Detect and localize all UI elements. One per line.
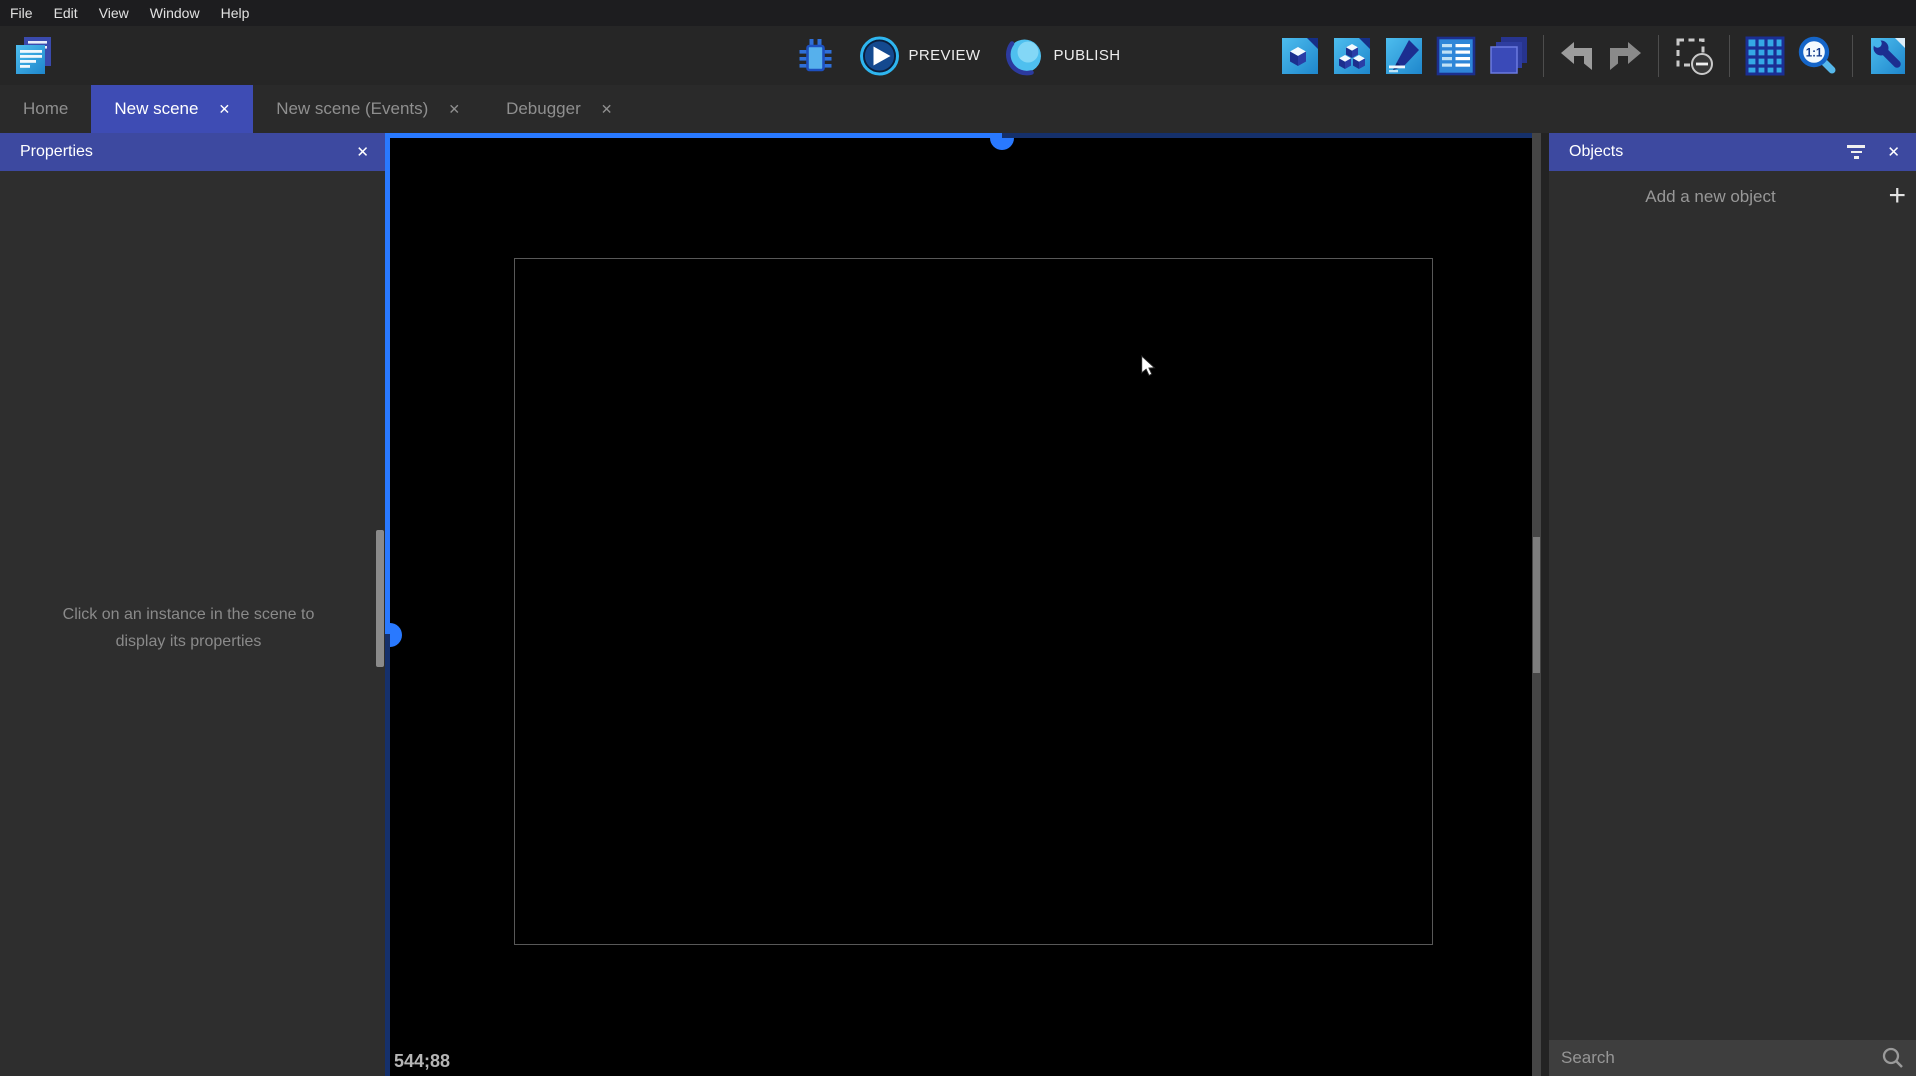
toolbar-divider: [1729, 35, 1730, 77]
filter-icon[interactable]: [1847, 145, 1865, 159]
publish-globe-icon: [1004, 36, 1044, 76]
menu-file[interactable]: File: [10, 5, 33, 21]
tab-new-scene-events[interactable]: New scene (Events) ✕: [253, 85, 483, 133]
canvas-vertical-scrollbar[interactable]: [1532, 133, 1541, 1076]
preview-label: PREVIEW: [909, 47, 981, 64]
tab-debugger[interactable]: Debugger ✕: [483, 85, 635, 133]
preview-button[interactable]: PREVIEW: [860, 36, 981, 76]
layers-button[interactable]: [1488, 36, 1528, 76]
object-icon: [1280, 36, 1320, 76]
game-window-bounds: [514, 258, 1433, 945]
toolbar-divider: [1852, 35, 1853, 77]
play-icon: [860, 36, 900, 76]
main-area: Properties ✕ Click on an instance in the…: [0, 133, 1916, 1076]
panel-title: Properties: [20, 143, 93, 161]
undo-arrow-icon: [1559, 39, 1595, 73]
tab-home[interactable]: Home: [0, 85, 91, 133]
left-panel-drag-handle[interactable]: [390, 623, 402, 647]
close-icon[interactable]: ✕: [218, 101, 230, 118]
properties-panel: Properties ✕ Click on an instance in the…: [0, 133, 385, 1076]
add-object-label: Add a new object: [1549, 187, 1872, 207]
toolbar-center-group: PREVIEW PUBLISH: [796, 26, 1121, 85]
close-icon[interactable]: ✕: [356, 143, 369, 161]
app-root: File Edit View Window Help: [0, 0, 1916, 1076]
menu-help[interactable]: Help: [221, 5, 250, 21]
bug-icon: [796, 36, 836, 76]
instances-list-button[interactable]: [1332, 36, 1372, 76]
project-manager-button[interactable]: [13, 34, 55, 76]
toolbar-right-group: 1:1: [1280, 26, 1908, 85]
project-manager-icon: [13, 34, 55, 76]
top-panel-drag-handle[interactable]: [990, 138, 1014, 150]
search-input[interactable]: [1561, 1048, 1882, 1068]
mouse-cursor-icon: [1137, 355, 1159, 377]
zoom-icon-label: 1:1: [1806, 47, 1823, 59]
add-object-toolbar-button[interactable]: [1280, 36, 1320, 76]
edit-scene-button[interactable]: [1384, 36, 1424, 76]
publish-label: PUBLISH: [1053, 47, 1120, 64]
tab-label: New scene (Events): [276, 99, 428, 119]
tab-label: Home: [23, 99, 68, 119]
undo-button[interactable]: [1559, 39, 1595, 73]
toggle-grid-button[interactable]: [1745, 36, 1785, 76]
properties-empty-message: Click on an instance in the scene to dis…: [0, 601, 377, 655]
scene-settings-button[interactable]: [1868, 36, 1908, 76]
menu-window[interactable]: Window: [150, 5, 200, 21]
list-icon: [1436, 36, 1476, 76]
search-icon: [1882, 1047, 1904, 1069]
menu-bar: File Edit View Window Help: [0, 0, 1916, 26]
menu-edit[interactable]: Edit: [54, 5, 78, 21]
panel-title: Objects: [1569, 143, 1623, 161]
publish-button[interactable]: PUBLISH: [1004, 36, 1120, 76]
main-toolbar: PREVIEW PUBLISH: [0, 26, 1916, 85]
selection-mask-icon: [1674, 36, 1714, 76]
zoom-one-to-one-icon: 1:1: [1797, 36, 1837, 76]
instances-icon: [1332, 36, 1372, 76]
scene-canvas[interactable]: 544;88: [385, 133, 1532, 1076]
objects-search-bar: [1549, 1040, 1916, 1076]
add-object-row[interactable]: Add a new object +: [1549, 171, 1916, 223]
wrench-icon: [1868, 36, 1908, 76]
objects-panel: Objects ✕ Add a new object +: [1549, 133, 1916, 1076]
pencil-icon: [1384, 36, 1424, 76]
tab-label: New scene: [114, 99, 198, 119]
properties-scrollbar[interactable]: [376, 530, 384, 667]
toolbar-divider: [1658, 35, 1659, 77]
close-icon[interactable]: ✕: [1887, 143, 1900, 161]
properties-panel-header: Properties ✕: [0, 133, 385, 171]
editor-tabbar: Home New scene ✕ New scene (Events) ✕ De…: [0, 85, 1916, 133]
scrollbar-thumb[interactable]: [1533, 537, 1540, 673]
canvas-left-border: [385, 133, 390, 1076]
tab-label: Debugger: [506, 99, 581, 119]
cursor-coordinates: 544;88: [394, 1051, 450, 1072]
debugger-button[interactable]: [796, 36, 836, 76]
zoom-reset-button[interactable]: 1:1: [1797, 36, 1837, 76]
tab-new-scene[interactable]: New scene ✕: [91, 85, 253, 133]
plus-icon[interactable]: +: [1888, 179, 1906, 213]
close-icon[interactable]: ✕: [601, 101, 613, 118]
layers-icon: [1488, 36, 1528, 76]
canvas-top-border: [385, 133, 1532, 138]
toolbar-divider: [1543, 35, 1544, 77]
objects-panel-header: Objects ✕: [1549, 133, 1916, 171]
redo-arrow-icon: [1607, 39, 1643, 73]
edit-selection-mask-button[interactable]: [1674, 36, 1714, 76]
grid-icon: [1745, 36, 1785, 76]
redo-button[interactable]: [1607, 39, 1643, 73]
close-icon[interactable]: ✕: [448, 101, 460, 118]
menu-view[interactable]: View: [99, 5, 129, 21]
scene-properties-button[interactable]: [1436, 36, 1476, 76]
